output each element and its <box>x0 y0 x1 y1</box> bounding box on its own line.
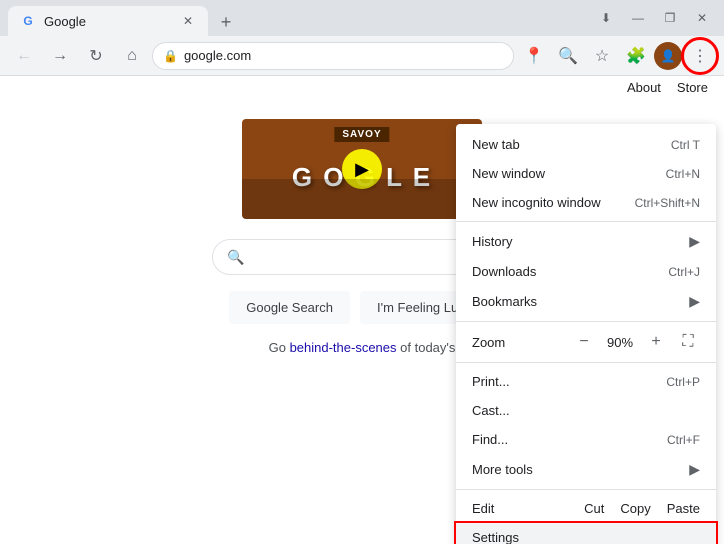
menu-item-bookmarks[interactable]: Bookmarks ▶ <box>456 286 716 317</box>
separator-4 <box>456 489 716 490</box>
separator-2 <box>456 321 716 322</box>
more-tools-arrow-icon: ▶ <box>689 461 700 478</box>
toolbar: ← → ↻ ⌂ 🔒 google.com 📍 🔍 ☆ 🧩 👤 ⋮ <box>0 36 724 76</box>
footer-go: Go <box>269 340 286 355</box>
fullscreen-button[interactable]: ⛶ <box>676 330 700 354</box>
address-bar[interactable]: 🔒 google.com <box>152 42 514 70</box>
browser-frame: G Google ✕ + ⬇ — ❐ ✕ ← → ↻ ⌂ 🔒 google.co… <box>0 0 724 544</box>
tab-favicon: G <box>20 13 36 29</box>
zoom-in-button[interactable]: + <box>644 330 668 354</box>
zoom-out-button[interactable]: − <box>572 330 596 354</box>
tab-area: G Google ✕ + <box>8 0 592 36</box>
menu-zoom-control: Zoom − 90% + ⛶ <box>456 326 716 358</box>
page-content: About Store SAVOY G O G L E ▶ 🔍 Google S… <box>0 76 724 544</box>
bookmarks-arrow-icon: ▶ <box>689 293 700 310</box>
extensions-icon[interactable]: 🧩 <box>620 40 652 72</box>
close-button[interactable]: ✕ <box>688 4 716 32</box>
url-text: google.com <box>184 48 251 63</box>
dropdown-menu: New tab Ctrl T New window Ctrl+N New inc… <box>456 124 716 544</box>
forward-button[interactable]: → <box>44 40 76 72</box>
menu-item-history[interactable]: History ▶ <box>456 226 716 257</box>
menu-item-more-tools[interactable]: More tools ▶ <box>456 454 716 485</box>
menu-item-find[interactable]: Find... Ctrl+F <box>456 425 716 454</box>
footer-rest: of today's <box>397 340 456 355</box>
active-tab[interactable]: G Google ✕ <box>8 6 208 36</box>
zoom-controls: − 90% + ⛶ <box>572 330 700 354</box>
profile-avatar[interactable]: 👤 <box>654 42 682 70</box>
search-magnifier-icon: 🔍 <box>227 249 244 266</box>
new-tab-button[interactable]: + <box>212 8 240 36</box>
title-bar: G Google ✕ + ⬇ — ❐ ✕ <box>0 0 724 36</box>
restore-button[interactable]: ❐ <box>656 4 684 32</box>
home-button[interactable]: ⌂ <box>116 40 148 72</box>
store-link[interactable]: Store <box>677 80 708 95</box>
menu-item-settings[interactable]: Settings <box>456 523 716 544</box>
cut-label[interactable]: Cut <box>584 501 604 516</box>
google-search-button[interactable]: Google Search <box>229 291 350 324</box>
zoom-value: 90% <box>604 335 636 350</box>
menu-button[interactable]: ⋮ <box>684 40 716 72</box>
back-button[interactable]: ← <box>8 40 40 72</box>
menu-item-print[interactable]: Print... Ctrl+P <box>456 367 716 396</box>
about-link[interactable]: About <box>627 80 661 95</box>
zoom-label: Zoom <box>472 335 572 350</box>
profile-sync-icon[interactable]: ⬇ <box>592 4 620 32</box>
minimize-button[interactable]: — <box>624 4 652 32</box>
lock-icon: 🔒 <box>163 49 178 63</box>
footer-link[interactable]: behind-the-scenes <box>290 340 397 355</box>
doodle-banner: SAVOY <box>334 127 389 142</box>
history-arrow-icon: ▶ <box>689 233 700 250</box>
copy-label[interactable]: Copy <box>620 501 650 516</box>
bookmark-icon[interactable]: ☆ <box>586 40 618 72</box>
menu-item-new-window[interactable]: New window Ctrl+N <box>456 159 716 188</box>
refresh-button[interactable]: ↻ <box>80 40 112 72</box>
google-nav: About Store <box>0 76 724 99</box>
menu-item-incognito[interactable]: New incognito window Ctrl+Shift+N <box>456 188 716 217</box>
menu-item-new-tab[interactable]: New tab Ctrl T <box>456 130 716 159</box>
menu-item-downloads[interactable]: Downloads Ctrl+J <box>456 257 716 286</box>
zoom-search-icon[interactable]: 🔍 <box>552 40 584 72</box>
separator-1 <box>456 221 716 222</box>
separator-3 <box>456 362 716 363</box>
tab-title: Google <box>44 14 172 29</box>
paste-label[interactable]: Paste <box>667 501 700 516</box>
menu-item-edit-row: Edit Cut Copy Paste <box>456 494 716 523</box>
window-controls: ⬇ — ❐ ✕ <box>592 4 716 32</box>
doodle-figures <box>242 179 482 219</box>
location-icon[interactable]: 📍 <box>518 40 550 72</box>
tab-close-button[interactable]: ✕ <box>180 13 196 29</box>
google-doodle[interactable]: SAVOY G O G L E ▶ <box>242 119 482 219</box>
toolbar-icons: 📍 🔍 ☆ 🧩 👤 ⋮ <box>518 40 716 72</box>
menu-item-cast[interactable]: Cast... <box>456 396 716 425</box>
